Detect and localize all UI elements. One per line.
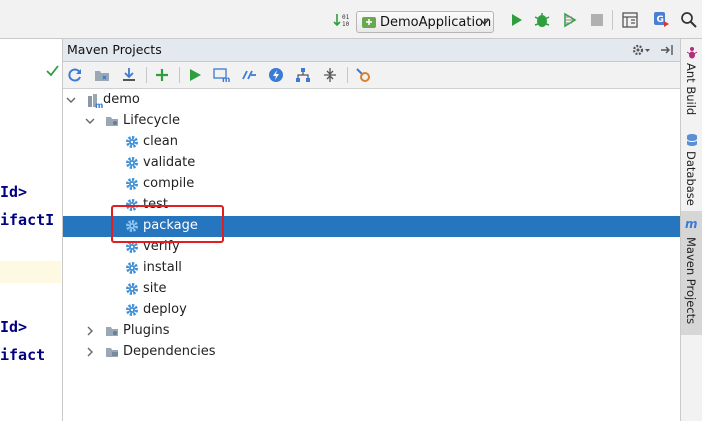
gear-icon xyxy=(126,157,138,169)
code-line: ifact xyxy=(0,346,46,364)
svg-text:m: m xyxy=(685,217,698,231)
tab-label: Database xyxy=(684,151,698,206)
show-dependencies-icon[interactable] xyxy=(294,66,312,84)
lifecycle-goal-site[interactable]: site xyxy=(63,279,680,300)
settings-icon[interactable] xyxy=(354,66,372,84)
tree-label: Dependencies xyxy=(123,344,216,359)
tree-node-dependencies[interactable]: Dependencies xyxy=(63,342,680,363)
toolbar-separator xyxy=(179,67,180,83)
chevron-down-icon[interactable] xyxy=(84,115,96,127)
toggle-offline-icon[interactable] xyxy=(240,66,258,84)
lifecycle-goal-install[interactable]: install xyxy=(63,258,680,279)
tree-label: Plugins xyxy=(123,323,170,338)
gear-icon xyxy=(126,304,138,316)
main-toolbar: 01 10 DemoApplication G xyxy=(0,0,702,39)
right-tool-window-bar: Ant Build Database m Maven Projects xyxy=(680,39,702,421)
run-configuration-label: DemoApplication xyxy=(380,15,492,30)
sort-icon[interactable]: 01 10 xyxy=(332,10,352,30)
code-line: ifactI xyxy=(0,211,55,229)
code-line: Id> xyxy=(0,183,28,201)
svg-text:m: m xyxy=(95,101,103,109)
folder-icon xyxy=(106,327,118,336)
tree-node-demo[interactable]: m demo xyxy=(63,90,680,111)
execute-goal-icon[interactable]: m xyxy=(213,66,231,84)
ant-icon xyxy=(686,47,698,59)
svg-text:G: G xyxy=(657,15,664,25)
run-maven-build-icon[interactable] xyxy=(186,66,204,84)
run-icon[interactable] xyxy=(506,10,526,30)
panel-title: Maven Projects xyxy=(67,42,162,57)
gear-icon xyxy=(126,283,138,295)
tree-label: demo xyxy=(103,92,140,107)
settings-gear-icon[interactable] xyxy=(631,42,653,58)
gear-icon xyxy=(126,262,138,274)
chevron-down-icon xyxy=(480,19,489,26)
toolbar-separator xyxy=(146,67,147,83)
lifecycle-goal-validate[interactable]: validate xyxy=(63,153,680,174)
tab-label: Maven Projects xyxy=(684,237,698,325)
library-folder-icon xyxy=(106,348,118,357)
search-icon[interactable] xyxy=(679,10,699,30)
maven-icon: m xyxy=(685,217,698,231)
editor-area[interactable]: Id> ifactI Id> ifact xyxy=(0,39,63,421)
project-structure-icon[interactable] xyxy=(620,10,640,30)
goal-label: install xyxy=(143,260,182,275)
goal-label: site xyxy=(143,281,167,296)
maven-project-icon: m xyxy=(88,94,103,109)
maven-panel-toolbar: m xyxy=(63,62,680,89)
translate-icon[interactable]: G xyxy=(652,10,672,30)
goal-label: compile xyxy=(143,176,195,191)
collapse-all-icon[interactable] xyxy=(321,66,339,84)
lifecycle-goal-deploy[interactable]: deploy xyxy=(63,300,680,321)
tree-node-lifecycle[interactable]: Lifecycle xyxy=(63,111,680,132)
coverage-icon[interactable] xyxy=(560,10,580,30)
run-config-icon xyxy=(362,17,376,28)
tab-database[interactable]: Database xyxy=(681,129,702,209)
goal-label: deploy xyxy=(143,302,187,317)
tab-ant-build[interactable]: Ant Build xyxy=(681,43,702,123)
check-icon xyxy=(46,65,59,76)
current-line-highlight xyxy=(0,261,61,283)
skip-tests-icon[interactable] xyxy=(267,66,285,84)
stop-icon[interactable] xyxy=(587,10,607,30)
add-icon[interactable] xyxy=(153,66,171,84)
svg-text:10: 10 xyxy=(342,21,350,28)
code-line: Id> xyxy=(0,318,28,336)
gear-icon xyxy=(126,136,138,148)
folder-icon xyxy=(106,117,118,126)
goal-label: clean xyxy=(143,134,178,149)
tab-label: Ant Build xyxy=(684,63,698,116)
tree-node-plugins[interactable]: Plugins xyxy=(63,321,680,342)
chevron-right-icon[interactable] xyxy=(84,346,96,358)
maven-tree: m demo Lifecycle clean validate compile … xyxy=(63,89,680,421)
chevron-down-icon[interactable] xyxy=(65,94,77,106)
chevron-right-icon[interactable] xyxy=(84,325,96,337)
download-icon[interactable] xyxy=(120,66,138,84)
toolbar-separator xyxy=(347,67,348,83)
annotation-highlight-box xyxy=(111,205,224,243)
svg-text:m: m xyxy=(222,75,230,83)
toolbar-separator xyxy=(612,10,613,30)
lifecycle-goal-compile[interactable]: compile xyxy=(63,174,680,195)
debug-icon[interactable] xyxy=(532,10,552,30)
gear-icon xyxy=(126,178,138,190)
lifecycle-goal-clean[interactable]: clean xyxy=(63,132,680,153)
generate-sources-icon[interactable] xyxy=(93,66,111,84)
refresh-icon[interactable] xyxy=(66,66,84,84)
tab-maven-projects[interactable]: m Maven Projects xyxy=(681,211,702,335)
goal-label: validate xyxy=(143,155,196,170)
hide-panel-icon[interactable] xyxy=(659,42,675,58)
maven-panel-header: Maven Projects xyxy=(63,39,680,62)
tree-label: Lifecycle xyxy=(123,113,181,128)
database-icon xyxy=(686,134,698,146)
run-configuration-select[interactable]: DemoApplication xyxy=(356,11,494,33)
svg-text:01: 01 xyxy=(342,14,350,21)
